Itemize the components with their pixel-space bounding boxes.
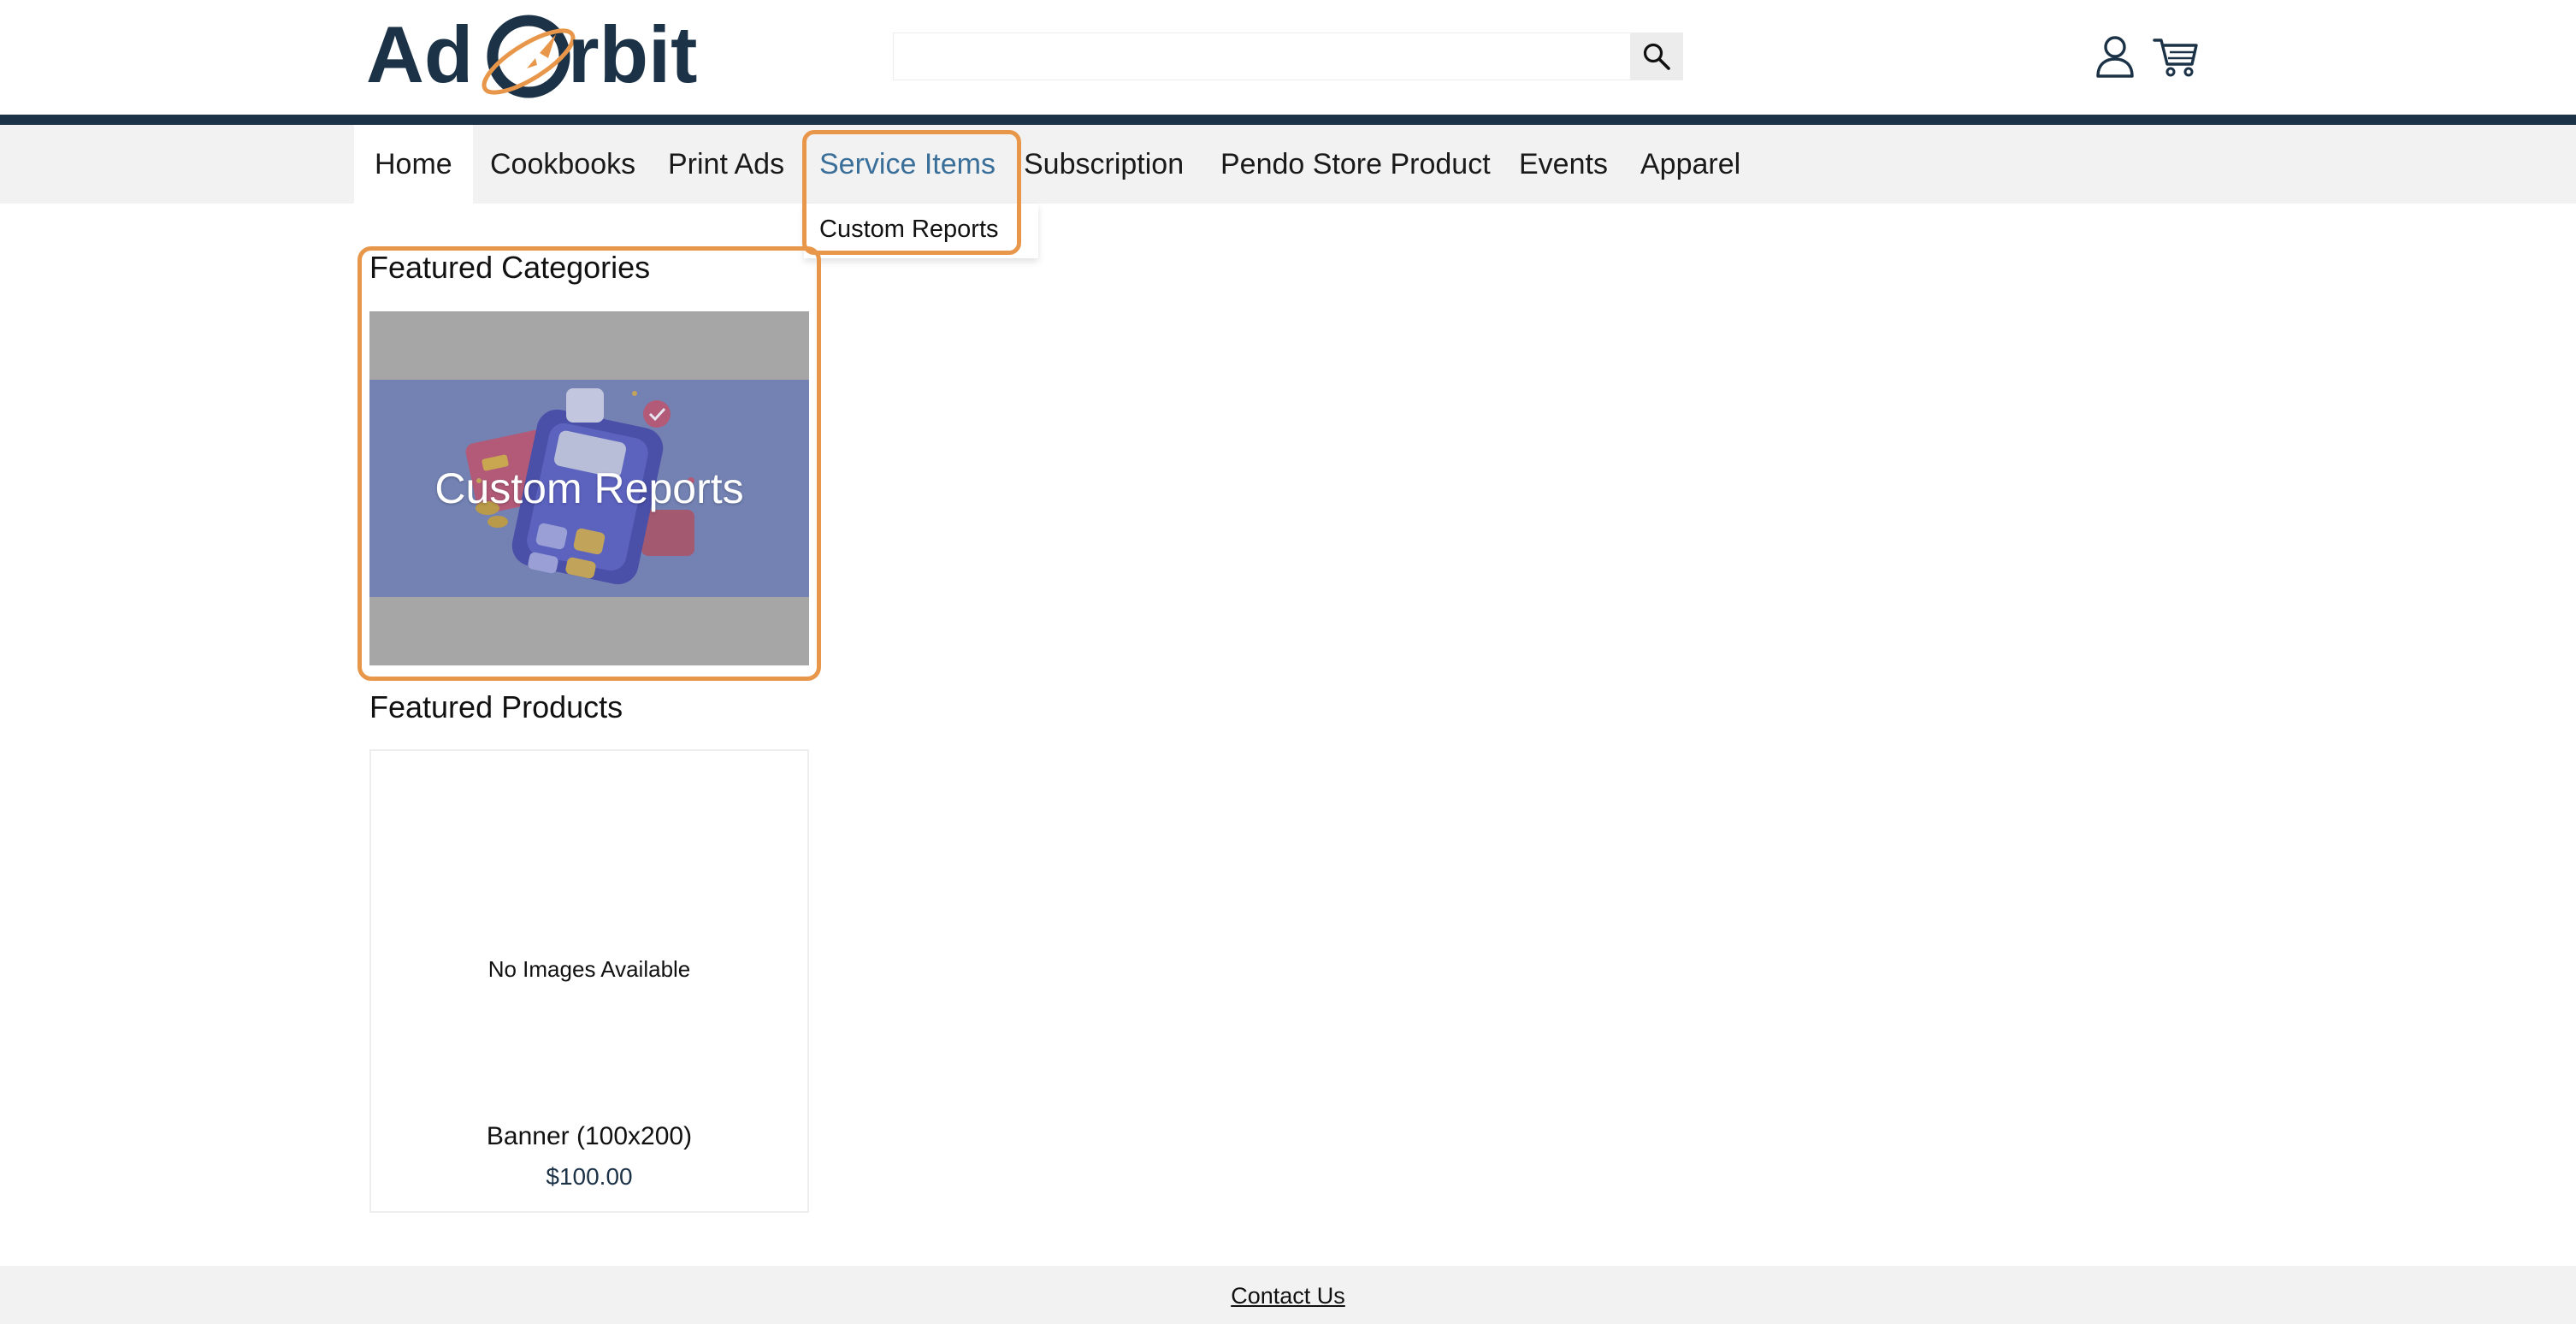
nav-item-apparel[interactable]: Apparel (1640, 125, 1740, 204)
contact-us-link[interactable]: Contact Us (0, 1283, 2576, 1309)
search-icon (1643, 43, 1670, 70)
search-input[interactable] (893, 33, 1630, 80)
featured-products-title: Featured Products (369, 689, 623, 724)
product-card-banner[interactable]: No Images Available Banner (100x200) $10… (369, 749, 809, 1213)
nav-item-print-ads[interactable]: Print Ads (668, 125, 784, 204)
product-image-placeholder: No Images Available (487, 956, 691, 982)
site-footer: Contact Us (0, 1266, 2576, 1324)
logo-text-rbit: rbit (568, 9, 697, 99)
product-price: $100.00 (546, 1163, 633, 1190)
category-label: Custom Reports (434, 464, 744, 512)
cart-button[interactable] (2152, 33, 2200, 80)
dropdown-item-custom-reports[interactable]: Custom Reports (819, 216, 999, 244)
featured-categories-title: Featured Categories (369, 250, 651, 285)
nav-item-home[interactable]: Home (354, 125, 473, 204)
search-button[interactable] (1630, 33, 1683, 80)
category-card-custom-reports[interactable]: Custom Reports (369, 311, 809, 665)
nav-item-service-items[interactable]: Service Items (819, 125, 996, 204)
header-divider (0, 115, 2576, 125)
user-icon (2096, 36, 2134, 78)
main-nav: Home Cookbooks Print Ads Service Items S… (0, 125, 2576, 204)
orbit-o-icon (482, 15, 576, 98)
product-name[interactable]: Banner (100x200) (371, 1122, 807, 1151)
cart-icon (2153, 38, 2198, 77)
ad-orbit-logo[interactable]: Ad rbit (366, 9, 734, 104)
logo-text-ad: Ad (366, 9, 473, 99)
search-bar (893, 33, 1683, 80)
site-header: Ad rbit (0, 0, 2576, 115)
nav-item-cookbooks[interactable]: Cookbooks (490, 125, 635, 204)
service-items-dropdown: Custom Reports (804, 204, 1038, 258)
nav-item-pendo-store-product[interactable]: Pendo Store Product (1220, 125, 1491, 204)
nav-item-subscription[interactable]: Subscription (1024, 125, 1184, 204)
account-button[interactable] (2094, 33, 2136, 80)
nav-item-events[interactable]: Events (1519, 125, 1608, 204)
